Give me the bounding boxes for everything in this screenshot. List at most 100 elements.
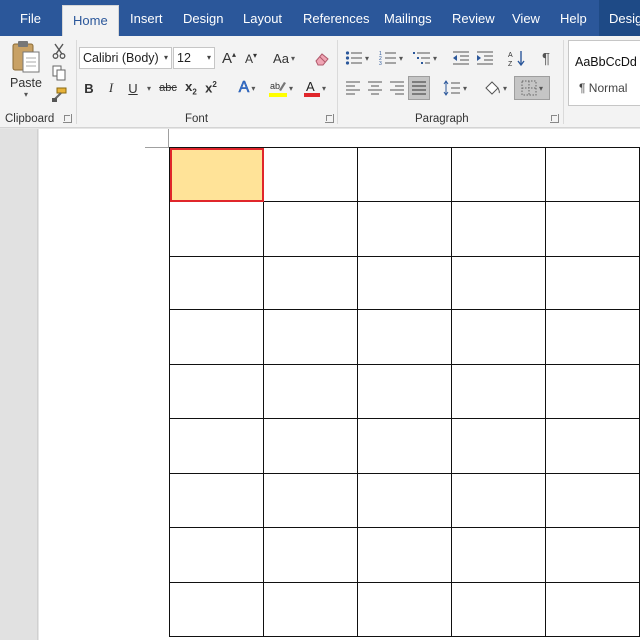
multilevel-list-button[interactable]: ▾ bbox=[410, 47, 440, 69]
change-case-button[interactable]: Aa ▾ bbox=[269, 47, 299, 69]
paragraph-group: ▾ 1 2 3 ▾ ▾ A Z ¶ ▾ ▾ ▾ Paragraph bbox=[338, 36, 563, 128]
clear-formatting-button[interactable] bbox=[311, 47, 333, 69]
table-cell[interactable] bbox=[357, 309, 452, 365]
font-color-icon: A bbox=[303, 79, 320, 97]
table-cell[interactable] bbox=[545, 201, 640, 257]
style-normal[interactable]: AaBbCcDd ¶ Normal bbox=[568, 40, 640, 106]
table-cell[interactable] bbox=[357, 256, 452, 310]
underline-dropdown[interactable]: ▾ bbox=[143, 77, 153, 99]
increase-indent-button[interactable] bbox=[474, 47, 496, 69]
font-size-combo[interactable]: 12 ▾ bbox=[173, 47, 215, 69]
sort-button[interactable]: A Z bbox=[506, 47, 528, 69]
table-cell[interactable] bbox=[357, 473, 452, 528]
table-cell[interactable] bbox=[545, 582, 640, 637]
underline-button[interactable]: U bbox=[125, 77, 141, 99]
table-cell[interactable] bbox=[451, 201, 546, 257]
table-cell[interactable] bbox=[263, 147, 358, 202]
show-formatting-marks-button[interactable]: ¶ bbox=[536, 47, 556, 69]
table-cell[interactable] bbox=[451, 418, 546, 474]
numbering-button[interactable]: 1 2 3 ▾ bbox=[376, 47, 406, 69]
tab-review[interactable]: Review bbox=[452, 0, 495, 36]
table-cell[interactable] bbox=[451, 473, 546, 528]
tab-mailings[interactable]: Mailings bbox=[384, 0, 432, 36]
table-cell[interactable] bbox=[263, 256, 358, 310]
table-cell[interactable] bbox=[357, 364, 452, 419]
table-cell[interactable] bbox=[545, 527, 640, 583]
paragraph-launcher-icon[interactable] bbox=[550, 114, 559, 123]
align-left-button[interactable] bbox=[344, 77, 362, 99]
table-cell[interactable] bbox=[169, 256, 264, 310]
format-painter-button[interactable] bbox=[50, 84, 68, 106]
paste-button[interactable]: Paste ▾ bbox=[8, 40, 44, 110]
tab-help[interactable]: Help bbox=[560, 0, 587, 36]
table-cell[interactable] bbox=[169, 527, 264, 583]
table-cell[interactable] bbox=[451, 256, 546, 310]
table-cell[interactable] bbox=[357, 418, 452, 474]
justify-button[interactable] bbox=[408, 76, 430, 100]
table-cell[interactable] bbox=[169, 418, 264, 474]
table-cell[interactable] bbox=[545, 418, 640, 474]
table-cell[interactable] bbox=[451, 309, 546, 365]
svg-text:Z: Z bbox=[508, 61, 513, 67]
tab-insert[interactable]: Insert bbox=[130, 0, 163, 36]
table-cell[interactable] bbox=[169, 364, 264, 419]
tab-file[interactable]: File bbox=[20, 0, 41, 36]
decrease-indent-button[interactable] bbox=[450, 47, 472, 69]
table-row bbox=[169, 527, 640, 583]
table-cell[interactable] bbox=[545, 364, 640, 419]
tab-view[interactable]: View bbox=[512, 0, 540, 36]
tab-home[interactable]: Home bbox=[62, 5, 119, 36]
table-cell[interactable] bbox=[169, 473, 264, 528]
table-cell[interactable] bbox=[263, 201, 358, 257]
cut-button[interactable] bbox=[50, 40, 68, 62]
chevron-down-icon: ▾ bbox=[251, 83, 256, 93]
subscript-button[interactable]: x2 bbox=[183, 77, 199, 99]
align-center-button[interactable] bbox=[366, 77, 384, 99]
table-cell[interactable] bbox=[263, 473, 358, 528]
strikethrough-button[interactable]: abc bbox=[157, 77, 179, 99]
table-cell[interactable] bbox=[357, 201, 452, 257]
table-cell[interactable] bbox=[263, 527, 358, 583]
table-cell[interactable] bbox=[263, 582, 358, 637]
copy-button[interactable] bbox=[50, 62, 68, 84]
bold-button[interactable]: B bbox=[81, 77, 97, 99]
font-color-button[interactable]: A ▾ bbox=[299, 77, 331, 99]
table-cell[interactable] bbox=[263, 418, 358, 474]
table-cell[interactable] bbox=[263, 309, 358, 365]
shrink-font-button[interactable]: A▾ bbox=[241, 47, 261, 69]
table-cell[interactable] bbox=[263, 364, 358, 419]
tab-layout[interactable]: Layout bbox=[243, 0, 282, 36]
table-cell[interactable] bbox=[451, 582, 546, 637]
tab-table-design[interactable]: Desig bbox=[599, 0, 640, 36]
align-right-button[interactable] bbox=[388, 77, 406, 99]
table-cell[interactable] bbox=[357, 147, 452, 202]
borders-button[interactable]: ▾ bbox=[514, 76, 550, 100]
table-cell[interactable] bbox=[545, 256, 640, 310]
italic-button[interactable]: I bbox=[103, 77, 119, 99]
table-cell[interactable] bbox=[545, 473, 640, 528]
table-cell[interactable] bbox=[451, 527, 546, 583]
selected-table-cell[interactable] bbox=[169, 147, 264, 202]
tab-references[interactable]: References bbox=[303, 0, 369, 36]
text-effects-button[interactable]: A ▾ bbox=[233, 77, 261, 99]
document-table[interactable] bbox=[169, 147, 640, 637]
table-cell[interactable] bbox=[451, 147, 546, 202]
grow-font-button[interactable]: A▴ bbox=[219, 47, 239, 69]
highlight-color-button[interactable]: ab ▾ bbox=[265, 77, 297, 99]
clipboard-launcher-icon[interactable] bbox=[63, 114, 72, 123]
table-cell[interactable] bbox=[169, 201, 264, 257]
table-cell[interactable] bbox=[357, 582, 452, 637]
table-cell[interactable] bbox=[545, 147, 640, 202]
font-launcher-icon[interactable] bbox=[325, 114, 334, 123]
font-name-combo[interactable]: Calibri (Body) ▾ bbox=[79, 47, 172, 69]
shading-button[interactable]: ▾ bbox=[480, 77, 510, 99]
bullets-button[interactable]: ▾ bbox=[342, 47, 372, 69]
table-cell[interactable] bbox=[169, 582, 264, 637]
superscript-button[interactable]: x2 bbox=[203, 77, 219, 99]
table-cell[interactable] bbox=[169, 309, 264, 365]
tab-design[interactable]: Design bbox=[183, 0, 223, 36]
line-spacing-button[interactable]: ▾ bbox=[440, 77, 470, 99]
table-cell[interactable] bbox=[545, 309, 640, 365]
table-cell[interactable] bbox=[451, 364, 546, 419]
table-cell[interactable] bbox=[357, 527, 452, 583]
